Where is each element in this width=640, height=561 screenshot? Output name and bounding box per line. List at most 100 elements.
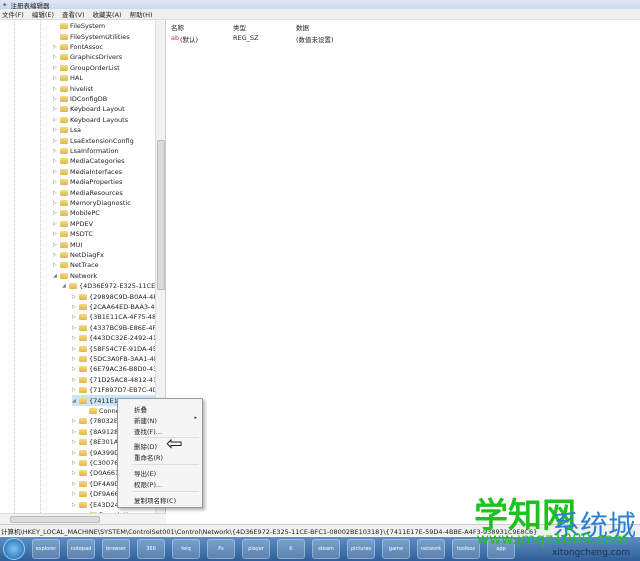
taskbar-k-button[interactable]: K — [277, 539, 305, 559]
expand-icon[interactable]: ▷ — [53, 158, 58, 164]
expand-icon[interactable]: ▷ — [72, 439, 77, 445]
tree-node[interactable]: ▷ MUI — [53, 239, 82, 249]
tree-node[interactable]: FileSystemUtilities — [53, 31, 130, 41]
tree-node[interactable]: ▷ {D0A661 — [72, 468, 119, 478]
tree-node[interactable]: ▷ HAL — [53, 73, 83, 83]
expand-icon[interactable]: ▷ — [72, 470, 77, 476]
taskbar-explorer-button[interactable]: explorer — [32, 539, 60, 559]
scroll-thumb[interactable] — [157, 140, 165, 290]
tree-node[interactable]: ▷ GroupOrderList — [53, 63, 120, 73]
expand-icon[interactable]: ▷ — [53, 86, 58, 92]
expand-icon[interactable]: ▷ — [72, 366, 77, 372]
expand-icon[interactable]: ▷ — [53, 127, 58, 133]
tree-node[interactable]: ◢ {4D36E972-E325-11CE-B — [62, 281, 162, 291]
expand-icon[interactable]: ▷ — [53, 242, 58, 248]
tree-node[interactable]: ▷ {2CAA64ED-BAA3-44 — [72, 302, 159, 312]
tree-node[interactable]: ▷ {71D25AC8-4812-412 — [72, 375, 161, 385]
menu-collapse[interactable]: 折叠 — [134, 404, 147, 414]
tree-node[interactable]: ◢ Network — [53, 271, 97, 281]
tree-node[interactable]: ▷ {4337BC9B-E86E-4F7 — [72, 323, 160, 333]
column-data[interactable]: 数据 — [296, 22, 309, 32]
tree-node[interactable]: ▷ NetTrace — [53, 260, 99, 270]
expand-icon[interactable]: ▷ — [72, 450, 77, 456]
expand-icon[interactable]: ▷ — [53, 54, 58, 60]
tree-node[interactable]: ▷ {DF9A66 — [72, 489, 119, 499]
menu-find[interactable]: 查找(F)... — [134, 426, 162, 436]
tree-node[interactable]: ▷ {9A399D — [72, 447, 119, 457]
expand-icon[interactable]: ▷ — [72, 314, 77, 320]
expand-icon[interactable]: ▷ — [53, 221, 58, 227]
expand-icon[interactable]: ▷ — [72, 481, 77, 487]
expand-icon[interactable]: ▷ — [72, 377, 77, 383]
tree-node[interactable]: ▷ LsaInformation — [53, 146, 119, 156]
tree-node[interactable]: ▷ hivelist — [53, 83, 93, 93]
expand-icon[interactable]: ▷ — [72, 502, 77, 508]
expand-icon[interactable]: ▷ — [72, 460, 77, 466]
expand-icon[interactable]: ▷ — [53, 262, 58, 268]
expand-icon[interactable]: ▷ — [53, 138, 58, 144]
expand-icon[interactable]: ▷ — [72, 387, 77, 393]
expand-icon[interactable]: ▷ — [53, 65, 58, 71]
tree-node[interactable]: ▷ {5DC3A0FB-3AA1-4D — [72, 354, 159, 364]
tree-node[interactable]: ▷ MobilePC — [53, 208, 100, 218]
menu-edit[interactable]: 编辑(E) — [32, 9, 54, 19]
tree-node[interactable]: ▷ MediaInterfaces — [53, 167, 122, 177]
expand-icon[interactable]: ▷ — [53, 106, 58, 112]
expand-icon[interactable]: ▷ — [72, 294, 77, 300]
expand-icon[interactable]: ◢ — [62, 283, 67, 289]
taskbar-steam-button[interactable]: steam — [312, 539, 340, 559]
expand-icon[interactable]: ▷ — [53, 252, 58, 258]
column-name[interactable]: 名称 — [171, 22, 184, 32]
tree-node[interactable]: ▷ {6E79AC36-B8D0-43 — [72, 364, 157, 374]
expand-icon[interactable]: ▷ — [72, 304, 77, 310]
expand-icon[interactable]: ▷ — [53, 44, 58, 50]
tree-node[interactable]: ▷ Lsa — [53, 125, 81, 135]
tree-node[interactable]: ▷ {3B1E11CA-4F75-480 — [72, 312, 160, 322]
expand-icon[interactable]: ▷ — [53, 169, 58, 175]
column-type[interactable]: 类型 — [233, 22, 246, 32]
expand-icon[interactable]: ▷ — [72, 335, 77, 341]
menu-new[interactable]: 新建(N) — [134, 415, 157, 425]
taskbar-360-button[interactable]: 360 — [137, 539, 165, 559]
menu-delete[interactable]: 删除(D) — [134, 441, 157, 451]
taskbar-feiq-button[interactable]: feiq — [172, 539, 200, 559]
tree-node[interactable]: ▷ MPDEV — [53, 219, 93, 229]
menu-view[interactable]: 查看(V) — [62, 9, 85, 19]
expand-icon[interactable]: ▷ — [53, 117, 58, 123]
start-button[interactable] — [3, 538, 25, 560]
expand-icon[interactable]: ◢ — [72, 398, 77, 404]
expand-icon[interactable]: ▷ — [72, 325, 77, 331]
expand-icon[interactable]: ▷ — [53, 190, 58, 196]
menu-copy-key-name[interactable]: 复制项名称(C) — [134, 495, 176, 505]
taskbar-game-button[interactable]: game — [382, 539, 410, 559]
tree-node[interactable]: ▷ MSDTC — [53, 229, 93, 239]
tree-node[interactable]: ▷ {29898C9D-B0A4-4FE — [72, 291, 161, 301]
scroll-thumb[interactable] — [10, 516, 100, 523]
tree-node[interactable]: ▷ MemoryDiagnostic — [53, 198, 131, 208]
tree-node[interactable]: ▷ MediaResources — [53, 187, 123, 197]
menu-favorites[interactable]: 收藏夹(A) — [93, 9, 122, 19]
horizontal-scrollbar[interactable] — [0, 513, 166, 524]
expand-icon[interactable]: ▷ — [53, 75, 58, 81]
menu-export[interactable]: 导出(E) — [134, 468, 156, 478]
taskbar-player-button[interactable]: player — [242, 539, 270, 559]
tree-node[interactable]: ▷ {C30076 — [72, 458, 118, 468]
expand-icon[interactable]: ▷ — [53, 96, 58, 102]
menu-rename[interactable]: 重命名(R) — [134, 452, 163, 462]
taskbar-ps-button[interactable]: Ps — [207, 539, 235, 559]
tree-node[interactable]: ▷ Keyboard Layout — [53, 104, 125, 114]
tree-node[interactable]: ▷ {78032E — [72, 416, 118, 426]
expand-icon[interactable]: ▷ — [72, 491, 77, 497]
expand-icon[interactable]: ▷ — [53, 200, 58, 206]
expand-icon[interactable]: ▷ — [72, 429, 77, 435]
expand-icon[interactable]: ▷ — [53, 179, 58, 185]
tree-node[interactable]: ▷ Keyboard Layouts — [53, 115, 128, 125]
tree-node[interactable]: ▷ {71F897D7-EB7C-4D8 — [72, 385, 162, 395]
expand-icon[interactable]: ▷ — [53, 148, 58, 154]
taskbar-network-button[interactable]: network — [417, 539, 445, 559]
menu-help[interactable]: 帮助(H) — [130, 9, 153, 19]
taskbar-notepad-button[interactable]: notepad — [67, 539, 95, 559]
taskbar-pictures-button[interactable]: pictures — [347, 539, 375, 559]
expand-icon[interactable]: ◢ — [53, 273, 58, 279]
tree-node[interactable]: ▷ GraphicsDrivers — [53, 52, 122, 62]
